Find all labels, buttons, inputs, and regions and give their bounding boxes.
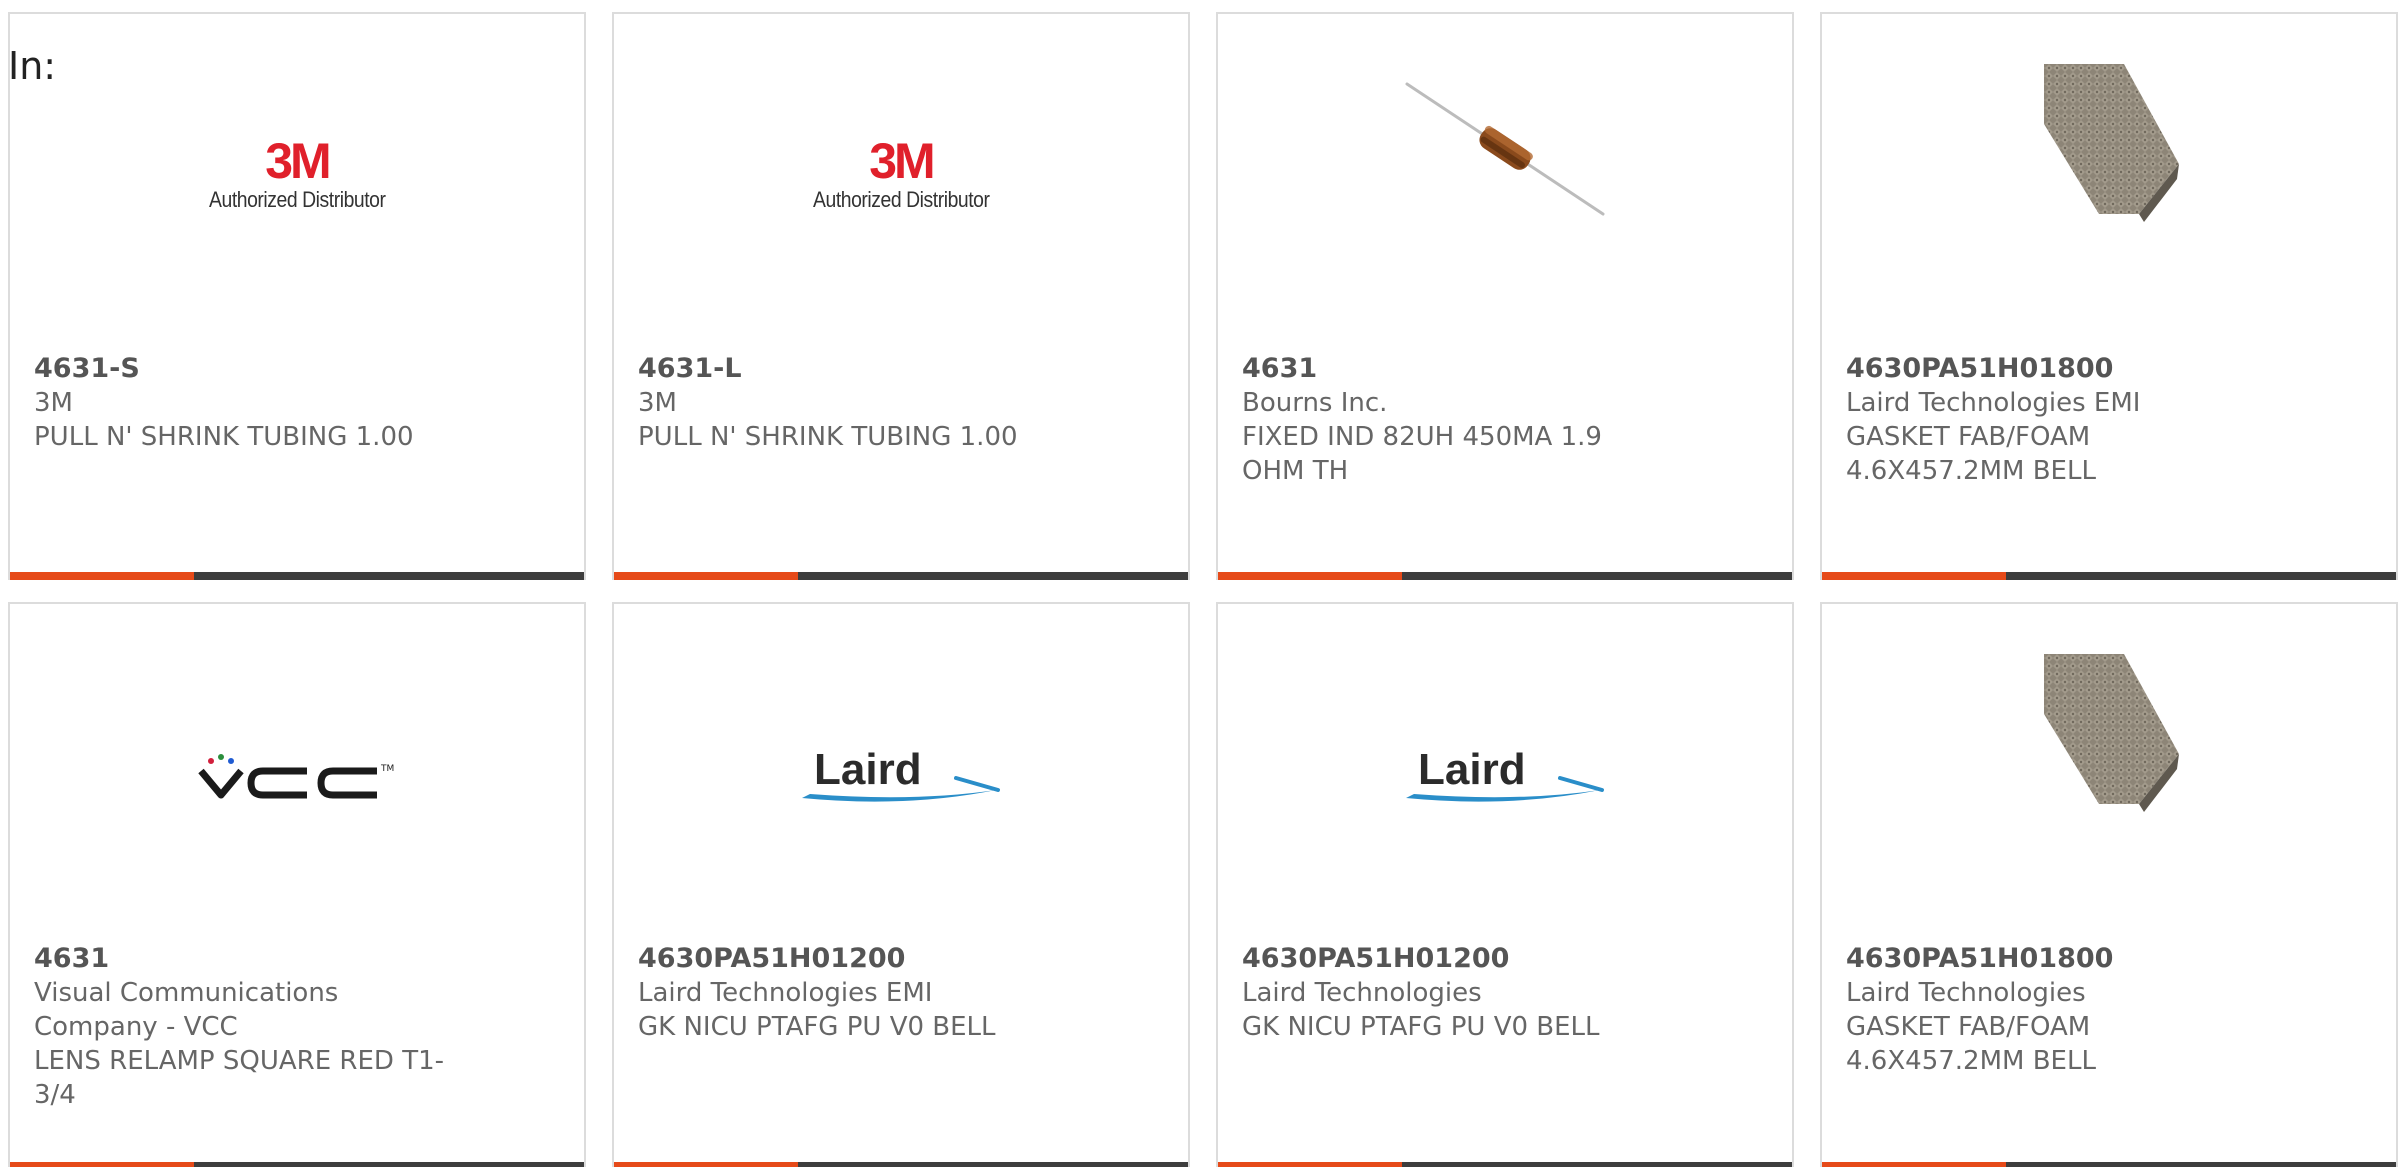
vcc-logo: TM — [198, 754, 394, 799]
manufacturer-name: Laird Technologies — [1242, 978, 1482, 1008]
part-number-link[interactable]: 4631-L — [638, 352, 1058, 386]
filter-label: In: — [8, 44, 57, 88]
product-image[interactable] — [1218, 74, 1792, 314]
gasket-photo — [2044, 654, 2179, 812]
card-footer-bar — [1218, 572, 1792, 580]
card-accent-bar — [1218, 572, 1402, 580]
product-description: FIXED IND 82UH 450MA 1.9 OHM TH — [1242, 422, 1602, 486]
3m-logo-subtitle: Authorized Distributor — [812, 187, 990, 212]
product-image[interactable]: Laird — [1218, 664, 1792, 904]
svg-text:TM: TM — [380, 764, 394, 774]
product-description: GASKET FAB/FOAM 4.6X457.2MM BELL — [1846, 1012, 2096, 1076]
manufacturer-name: Visual Communications Company - VCC — [34, 978, 339, 1042]
product-grid: 3M Authorized Distributor 4631-S 3M PULL… — [8, 12, 2400, 1167]
card-accent-bar — [10, 572, 194, 580]
3m-logo-mark: 3M — [869, 133, 935, 189]
card-accent-bar — [1822, 572, 2006, 580]
manufacturer-name: 3M — [34, 388, 73, 418]
3m-logo: 3M Authorized Distributor — [801, 135, 1002, 213]
product-info: 4631 Visual Communications Company - VCC… — [34, 942, 454, 1112]
card-accent-bar — [614, 572, 798, 580]
part-number-link[interactable]: 4630PA51H01200 — [638, 942, 1058, 976]
product-description: GK NICU PTAFG PU V0 BELL — [638, 1012, 996, 1042]
3m-logo-subtitle: Authorized Distributor — [208, 187, 386, 212]
part-number-link[interactable]: 4631 — [1242, 352, 1662, 386]
laird-logo-text: Laird — [814, 745, 922, 794]
product-description: LENS RELAMP SQUARE RED T1-3/4 — [34, 1046, 444, 1110]
product-description: PULL N' SHRINK TUBING 1.00 — [638, 422, 1018, 452]
3m-logo: 3M Authorized Distributor — [197, 135, 398, 213]
manufacturer-name: 3M — [638, 388, 677, 418]
card-footer-bar — [1218, 1162, 1792, 1167]
part-number-link[interactable]: 4630PA51H01800 — [1846, 352, 2266, 386]
product-image[interactable] — [1822, 64, 2396, 314]
product-description: PULL N' SHRINK TUBING 1.00 — [34, 422, 414, 452]
card-footer-bar — [614, 572, 1188, 580]
product-card[interactable]: TM 4631 Visual Communications Company - … — [8, 602, 586, 1167]
card-accent-bar — [614, 1162, 798, 1167]
product-info: 4631-L 3M PULL N' SHRINK TUBING 1.00 — [638, 352, 1058, 454]
card-footer-bar — [10, 1162, 584, 1167]
inductor-photo — [1405, 82, 1605, 216]
laird-logo-text: Laird — [1418, 745, 1526, 794]
laird-logo: Laird — [1406, 745, 1604, 802]
card-footer-bar — [614, 1162, 1188, 1167]
product-info: 4630PA51H01200 Laird Technologies EMI GK… — [638, 942, 1058, 1044]
product-card[interactable]: 4630PA51H01800 Laird Technologies EMI GA… — [1820, 12, 2398, 580]
card-accent-bar — [1218, 1162, 1402, 1167]
product-card[interactable]: 3M Authorized Distributor 4631-L 3M PULL… — [612, 12, 1190, 580]
product-description: GK NICU PTAFG PU V0 BELL — [1242, 1012, 1600, 1042]
product-card[interactable]: 4631 Bourns Inc. FIXED IND 82UH 450MA 1.… — [1216, 12, 1794, 580]
part-number-link[interactable]: 4630PA51H01200 — [1242, 942, 1662, 976]
card-footer-bar — [1822, 572, 2396, 580]
product-info: 4630PA51H01800 Laird Technologies GASKET… — [1846, 942, 2266, 1078]
part-number-link[interactable]: 4630PA51H01800 — [1846, 942, 2266, 976]
product-description: GASKET FAB/FOAM 4.6X457.2MM BELL — [1846, 422, 2096, 486]
card-accent-bar — [1822, 1162, 2006, 1167]
gasket-photo — [2044, 64, 2179, 222]
product-results-page: In: 3M Authorized Distributor 4631-S 3M … — [0, 0, 2400, 1167]
product-info: 4630PA51H01200 Laird Technologies GK NIC… — [1242, 942, 1662, 1044]
product-image[interactable]: 3M Authorized Distributor — [10, 74, 584, 314]
product-card[interactable]: 4630PA51H01800 Laird Technologies GASKET… — [1820, 602, 2398, 1167]
product-card[interactable]: Laird 4630PA51H01200 Laird Technologies … — [1216, 602, 1794, 1167]
part-number-link[interactable]: 4631 — [34, 942, 454, 976]
part-number-link[interactable]: 4631-S — [34, 352, 454, 386]
product-info: 4630PA51H01800 Laird Technologies EMI GA… — [1846, 352, 2266, 488]
product-image[interactable]: TM — [10, 664, 584, 904]
product-image[interactable] — [1822, 654, 2396, 904]
card-footer-bar — [10, 572, 584, 580]
product-card[interactable]: 3M Authorized Distributor 4631-S 3M PULL… — [8, 12, 586, 580]
3m-logo-mark: 3M — [265, 133, 331, 189]
product-image[interactable]: Laird — [614, 664, 1188, 904]
manufacturer-name: Laird Technologies — [1846, 978, 2086, 1008]
product-info: 4631 Bourns Inc. FIXED IND 82UH 450MA 1.… — [1242, 352, 1662, 488]
card-accent-bar — [10, 1162, 194, 1167]
product-info: 4631-S 3M PULL N' SHRINK TUBING 1.00 — [34, 352, 454, 454]
manufacturer-name: Laird Technologies EMI — [638, 978, 933, 1008]
card-footer-bar — [1822, 1162, 2396, 1167]
product-card[interactable]: Laird 4630PA51H01200 Laird Technologies … — [612, 602, 1190, 1167]
manufacturer-name: Bourns Inc. — [1242, 388, 1388, 418]
laird-logo: Laird — [802, 745, 1000, 802]
product-image[interactable]: 3M Authorized Distributor — [614, 74, 1188, 314]
manufacturer-name: Laird Technologies EMI — [1846, 388, 2141, 418]
